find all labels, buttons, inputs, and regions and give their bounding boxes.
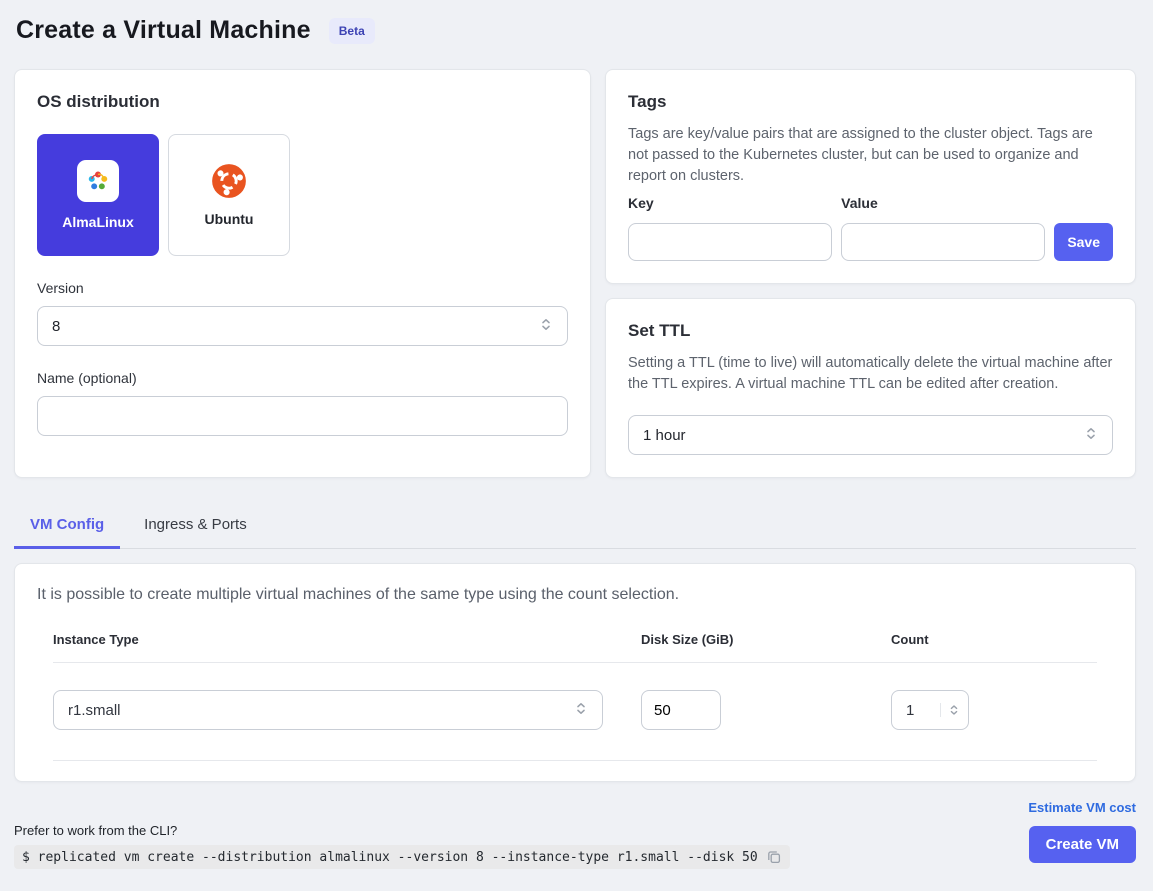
os-distribution-card: OS distribution Alma <box>14 69 591 478</box>
os-tile-label-almalinux: AlmaLinux <box>62 214 134 230</box>
tags-form-row: Key Value Save <box>628 195 1113 261</box>
chevron-updown-icon <box>1084 426 1098 445</box>
os-tile-almalinux[interactable]: AlmaLinux <box>37 134 159 256</box>
vm-table-header: Instance Type Disk Size (GiB) Count <box>53 632 1097 663</box>
version-label: Version <box>37 280 568 296</box>
estimate-vm-cost-link[interactable]: Estimate VM cost <box>1028 800 1136 815</box>
vm-table-row: r1.small 1 <box>53 663 1097 761</box>
count-value: 1 <box>906 702 914 719</box>
tab-ingress-ports[interactable]: Ingress & Ports <box>128 504 263 548</box>
column-header-count: Count <box>891 632 1097 647</box>
name-input[interactable] <box>37 396 568 436</box>
page-title: Create a Virtual Machine <box>16 16 311 45</box>
vm-config-description: It is possible to create multiple virtua… <box>37 586 1113 604</box>
tag-key-field: Key <box>628 195 832 261</box>
beta-badge: Beta <box>329 18 375 44</box>
column-header-disk-size: Disk Size (GiB) <box>641 632 891 647</box>
version-select-value: 8 <box>52 318 60 335</box>
ubuntu-logo-icon <box>211 163 247 199</box>
count-stepper[interactable]: 1 <box>891 690 969 730</box>
tag-value-label: Value <box>841 195 1045 211</box>
cli-prompt-text: Prefer to work from the CLI? <box>14 823 790 838</box>
vm-table: Instance Type Disk Size (GiB) Count r1.s… <box>37 632 1113 761</box>
footer: Estimate VM cost Prefer to work from the… <box>14 800 1136 869</box>
disk-size-cell <box>641 690 891 730</box>
name-label: Name (optional) <box>37 370 568 386</box>
count-cell: 1 <box>891 690 1097 730</box>
cli-command-text: $ replicated vm create --distribution al… <box>22 850 758 865</box>
tags-description: Tags are key/value pairs that are assign… <box>628 124 1113 187</box>
right-column: Tags Tags are key/value pairs that are a… <box>605 69 1136 478</box>
save-tag-button[interactable]: Save <box>1054 223 1113 261</box>
count-stepper-arrows[interactable] <box>940 703 960 717</box>
almalinux-logo-icon <box>77 160 119 202</box>
create-vm-button[interactable]: Create VM <box>1029 826 1136 863</box>
tab-vm-config[interactable]: VM Config <box>14 504 120 549</box>
instance-type-value: r1.small <box>68 702 121 719</box>
disk-size-input[interactable] <box>641 690 721 730</box>
version-select[interactable]: 8 <box>37 306 568 346</box>
page-header: Create a Virtual Machine Beta <box>16 16 1136 45</box>
tags-card: Tags Tags are key/value pairs that are a… <box>605 69 1136 284</box>
column-header-instance-type: Instance Type <box>53 632 641 647</box>
os-tiles: AlmaLinux U <box>37 134 568 256</box>
instance-type-select[interactable]: r1.small <box>53 690 603 730</box>
ttl-select[interactable]: 1 hour <box>628 415 1113 455</box>
tags-heading: Tags <box>628 92 1113 112</box>
vm-config-card: It is possible to create multiple virtua… <box>14 563 1136 782</box>
config-tabs: VM Config Ingress & Ports <box>14 504 1136 549</box>
set-ttl-description: Setting a TTL (time to live) will automa… <box>628 353 1113 395</box>
chevron-updown-icon <box>574 701 588 720</box>
tag-key-input[interactable] <box>628 223 832 261</box>
cli-section: Prefer to work from the CLI? $ replicate… <box>14 823 790 869</box>
tag-value-field: Value <box>841 195 1045 261</box>
os-distribution-heading: OS distribution <box>37 92 568 112</box>
os-tile-ubuntu[interactable]: Ubuntu <box>168 134 290 256</box>
set-ttl-card: Set TTL Setting a TTL (time to live) wil… <box>605 298 1136 478</box>
ttl-select-value: 1 hour <box>643 427 686 444</box>
create-vm-page: Create a Virtual Machine Beta OS distrib… <box>0 0 1153 869</box>
tag-key-label: Key <box>628 195 832 211</box>
copy-icon[interactable] <box>766 849 782 865</box>
cli-command-bar: $ replicated vm create --distribution al… <box>14 845 790 869</box>
chevron-updown-icon <box>539 317 553 336</box>
tag-value-input[interactable] <box>841 223 1045 261</box>
top-cards-row: OS distribution Alma <box>14 69 1136 478</box>
set-ttl-heading: Set TTL <box>628 321 1113 341</box>
os-tile-label-ubuntu: Ubuntu <box>205 211 254 227</box>
instance-type-cell: r1.small <box>53 690 641 730</box>
